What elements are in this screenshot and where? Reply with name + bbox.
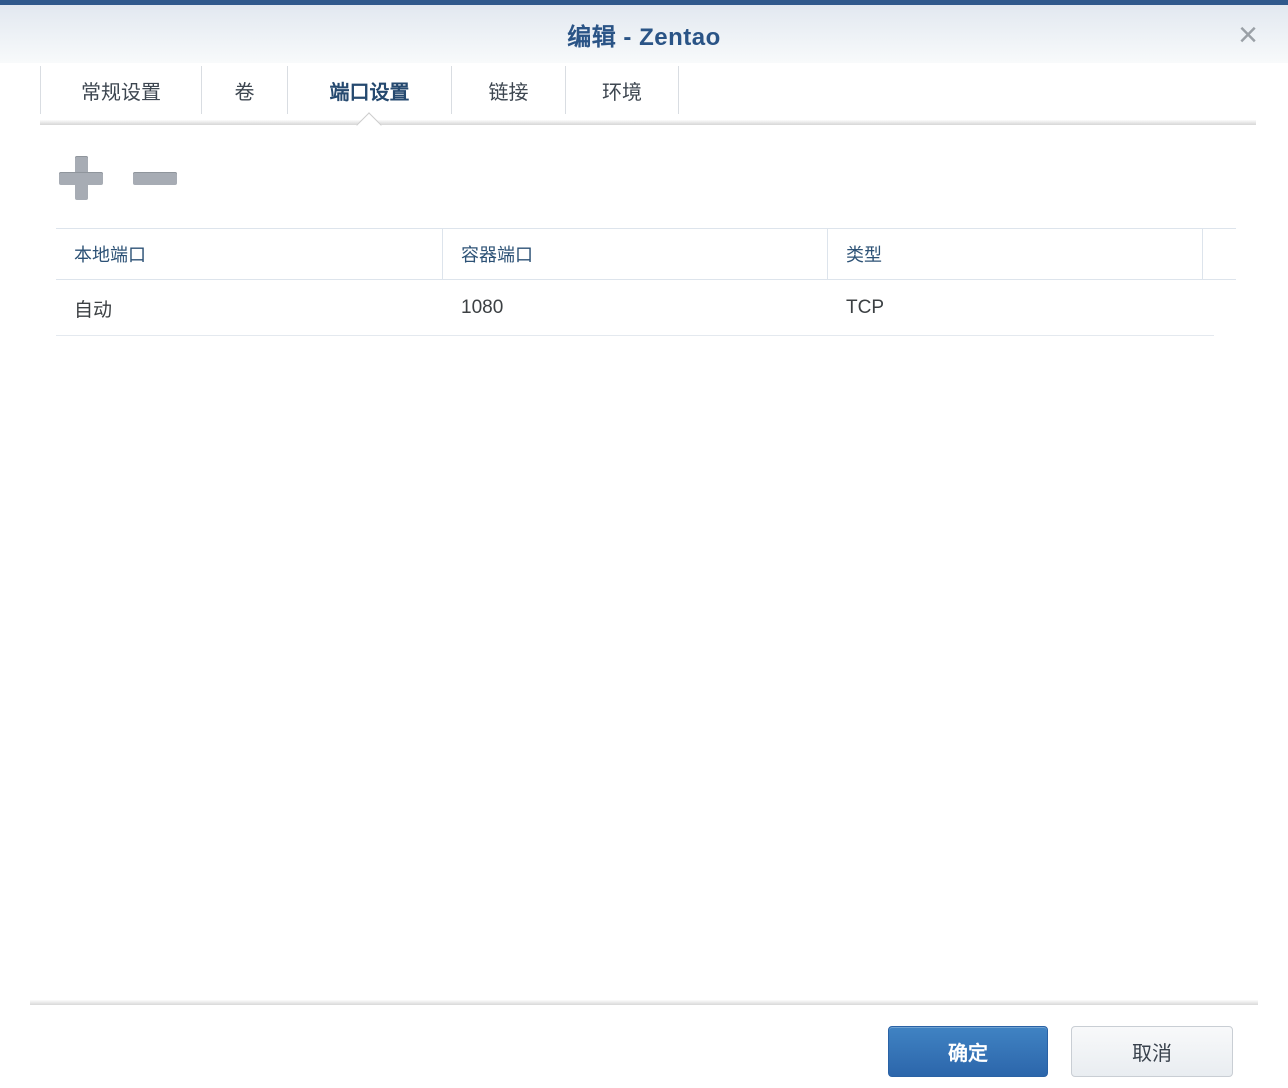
tab-links[interactable]: 链接	[451, 66, 565, 114]
minus-icon	[133, 172, 177, 185]
port-toolbar	[58, 155, 178, 201]
close-icon[interactable]: ×	[1226, 13, 1270, 57]
tab-general-settings[interactable]: 常规设置	[40, 66, 201, 114]
cell-type: TCP	[846, 297, 884, 318]
column-header-local-port[interactable]: 本地端口	[56, 229, 443, 279]
tab-label: 卷	[234, 81, 255, 104]
port-table-header: 本地端口 容器端口 类型	[56, 228, 1236, 280]
active-tab-notch	[356, 112, 382, 138]
edit-container-dialog: 编辑 - Zentao × 常规设置 卷 端口设置 链接 环境 本地端口 容器端…	[0, 0, 1288, 1088]
table-row[interactable]: 自动 1080 TCP	[56, 281, 1214, 336]
column-header-type[interactable]: 类型	[828, 229, 1203, 279]
remove-port-button[interactable]	[132, 155, 178, 201]
add-port-button[interactable]	[58, 155, 104, 201]
column-header-label: 本地端口	[74, 245, 146, 265]
tab-port-settings[interactable]: 端口设置	[287, 66, 451, 114]
column-header-label: 容器端口	[461, 245, 533, 265]
cell-local-port: 自动	[74, 299, 113, 321]
tab-label: 常规设置	[81, 81, 161, 104]
tab-label: 链接	[488, 81, 529, 104]
tab-label: 端口设置	[329, 81, 410, 104]
footer-divider	[30, 1000, 1258, 1005]
cell-container-port: 1080	[461, 297, 504, 318]
tab-environment[interactable]: 环境	[565, 66, 679, 114]
column-header-container-port[interactable]: 容器端口	[443, 229, 828, 279]
column-header-label: 类型	[846, 245, 882, 265]
cancel-button[interactable]: 取消	[1071, 1026, 1233, 1077]
column-header-spacer	[1203, 229, 1236, 279]
tab-divider	[40, 120, 1256, 125]
tab-volume[interactable]: 卷	[201, 66, 287, 114]
dialog-titlebar: 编辑 - Zentao ×	[0, 5, 1288, 63]
plus-icon	[59, 172, 103, 185]
tab-bar: 常规设置 卷 端口设置 链接 环境	[40, 66, 679, 114]
ok-button[interactable]: 确定	[888, 1026, 1048, 1077]
dialog-title: 编辑 - Zentao	[567, 23, 721, 51]
tab-label: 环境	[602, 81, 642, 104]
